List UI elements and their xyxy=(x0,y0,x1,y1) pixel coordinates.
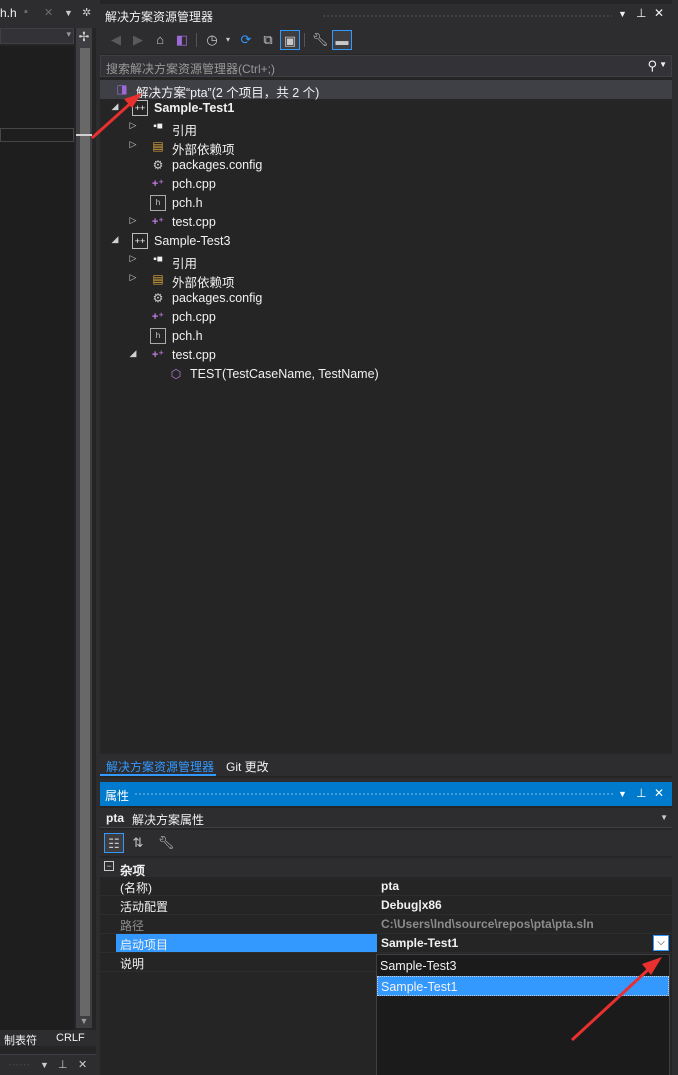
annotation-arrows xyxy=(90,93,662,1042)
annotation-arrow-solution xyxy=(90,93,142,140)
annotation-arrow-dropdown xyxy=(570,957,662,1042)
